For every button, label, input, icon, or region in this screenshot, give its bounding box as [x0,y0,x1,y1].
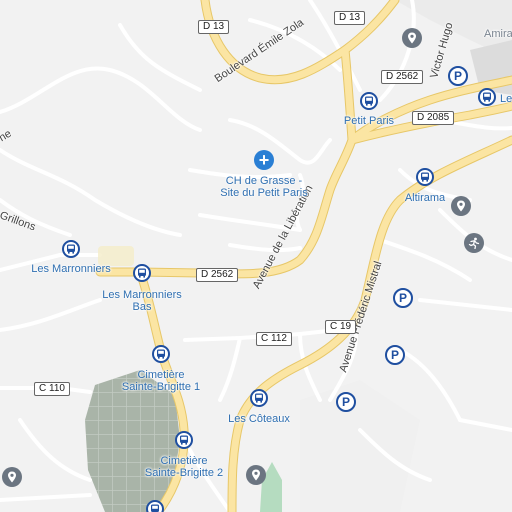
bus-stop-icon[interactable] [152,345,170,363]
place-pin-icon[interactable] [451,196,471,216]
parking-icon[interactable]: P [393,288,413,308]
route-shield-c19: C 19 [325,320,357,334]
hospital-cross-icon[interactable]: + [254,150,274,170]
route-shield-d2562: D 2562 [196,268,239,282]
place-pin-icon[interactable] [402,28,422,48]
bus-stop-icon[interactable] [478,88,496,106]
place-label-les-marronniers-bas[interactable]: Les Marronniers Bas [102,289,182,313]
route-shield-d2085: D 2085 [412,111,455,125]
sport-icon[interactable] [464,233,484,253]
place-label-amira[interactable]: Amira [484,28,512,40]
place-label-hospital[interactable]: CH de Grasse - Site du Petit Paris [216,175,312,199]
route-shield-d2562: D 2562 [381,70,424,84]
parking-icon[interactable]: P [336,392,356,412]
place-label-altirama[interactable]: Altirama [405,192,445,204]
parking-icon[interactable]: P [385,345,405,365]
route-shield-c110: C 110 [34,382,70,396]
route-shield-d13: D 13 [334,11,366,25]
bus-stop-icon[interactable] [175,431,193,449]
bus-stop-icon[interactable] [360,92,378,110]
bus-stop-icon[interactable] [62,240,80,258]
place-pin-icon[interactable] [246,465,266,485]
place-label-le[interactable]: Le [500,93,512,105]
route-shield-d13: D 13 [198,20,230,34]
place-label-petit-paris[interactable]: Petit Paris [344,115,394,127]
place-label-cimetiere-sainte-brigitte-2[interactable]: Cimetière Sainte-Brigitte 2 [142,455,226,479]
bus-stop-icon[interactable] [146,500,164,512]
place-label-cimetiere-sainte-brigitte-1[interactable]: Cimetière Sainte-Brigitte 1 [119,369,203,393]
bus-stop-icon[interactable] [416,168,434,186]
place-pin-icon[interactable] [2,467,22,487]
place-label-les-marronniers[interactable]: Les Marronniers [31,263,110,275]
place-label-les-coteaux[interactable]: Les Côteaux [228,413,290,425]
route-shield-c112: C 112 [256,332,292,346]
parking-icon[interactable]: P [448,66,468,86]
map-canvas[interactable]: Boulevard Émile Zola Avenue de la Libéra… [0,0,512,512]
bus-stop-icon[interactable] [133,264,151,282]
bus-stop-icon[interactable] [250,389,268,407]
